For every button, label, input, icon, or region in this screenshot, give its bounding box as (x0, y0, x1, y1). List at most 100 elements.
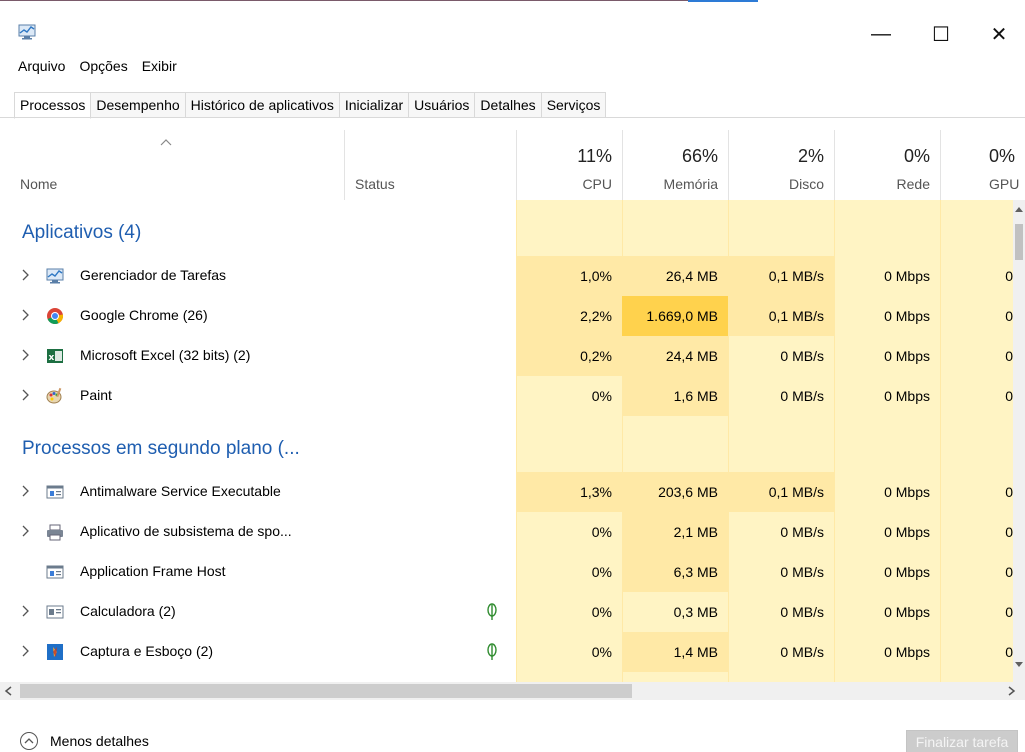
chevron-right-icon[interactable] (22, 485, 30, 497)
sort-up-icon (160, 139, 172, 146)
tab-usuarios[interactable]: Usuários (409, 92, 476, 118)
group-header-apps[interactable]: Aplicativos (4) (0, 216, 1013, 256)
service-icon (46, 565, 64, 579)
chevron-up-circle-icon (20, 732, 38, 750)
vertical-scroll-thumb[interactable] (1015, 224, 1023, 260)
tab-processos[interactable]: Processos (14, 92, 92, 119)
gpu-cell: 0 (1005, 564, 1013, 580)
table-row[interactable]: Captura e Esboço (2) 0% 1,4 MB 0 MB/s 0 … (0, 632, 1013, 672)
chevron-right-icon[interactable] (22, 525, 30, 537)
network-cell: 0 Mbps (884, 564, 930, 580)
horizontal-scroll-thumb[interactable] (20, 684, 632, 698)
gpu-cell: 0 (1005, 644, 1013, 660)
table-row[interactable]: Gerenciador de Tarefas 1,0% 26,4 MB 0,1 … (0, 256, 1013, 296)
tab-historico[interactable]: Histórico de aplicativos (185, 92, 340, 118)
network-cell: 0 Mbps (884, 348, 930, 364)
header-memory[interactable]: 66% Memória (622, 130, 728, 200)
table-row[interactable]: Application Frame Host 0% 6,3 MB 0 MB/s … (0, 552, 1013, 592)
gpu-cell: 0 (1005, 604, 1013, 620)
chevron-right-icon[interactable] (22, 269, 30, 281)
printer-icon (47, 524, 63, 541)
excel-icon: x (47, 349, 63, 363)
header-nome[interactable]: Nome (20, 176, 57, 192)
suspended-leaf-icon (487, 643, 497, 660)
chevron-right-icon[interactable] (22, 389, 30, 401)
disk-cell: 0,1 MB/s (728, 472, 834, 512)
close-button[interactable]: ✕ (976, 20, 1022, 48)
cpu-cell: 1,3% (516, 472, 622, 512)
vertical-scrollbar[interactable] (1013, 200, 1025, 682)
snip-sketch-icon (47, 644, 63, 660)
chevron-right-icon[interactable] (22, 309, 30, 321)
menu-exibir[interactable]: Exibir (142, 58, 177, 80)
less-details-button[interactable]: Menos detalhes (20, 732, 149, 750)
scroll-right-icon[interactable] (1008, 686, 1016, 696)
maximize-button[interactable]: ☐ (918, 20, 964, 48)
process-name: Captura e Esboço (2) (80, 643, 214, 659)
chevron-right-icon[interactable] (22, 349, 30, 361)
gpu-cell: 0 (1005, 348, 1013, 364)
tab-divider (0, 117, 1025, 118)
process-name: Microsoft Excel (32 bits) (2) (80, 347, 251, 363)
header-cpu[interactable]: 11% CPU (516, 130, 622, 200)
network-cell: 0 Mbps (884, 644, 930, 660)
memory-cell: 2,1 MB (622, 512, 728, 552)
header-mem-pct: 66% (681, 146, 718, 166)
cpu-cell: 0% (591, 604, 612, 620)
network-cell: 0 Mbps (884, 388, 930, 404)
gpu-cell: 0 (1005, 268, 1013, 284)
title-bar[interactable]: — ☐ ✕ (0, 0, 1025, 60)
table-row[interactable]: Google Chrome (26) 2,2% 1.669,0 MB 0,1 M… (0, 296, 1013, 336)
gpu-cell: 0 (1005, 308, 1013, 324)
chevron-right-icon[interactable] (22, 605, 30, 617)
memory-cell: 6,3 MB (622, 552, 728, 592)
cpu-cell: 0,2% (516, 336, 622, 376)
memory-cell: 26,4 MB (622, 256, 728, 296)
scroll-up-icon[interactable] (1015, 206, 1023, 212)
header-disk[interactable]: 2% Disco (728, 130, 834, 200)
menu-arquivo[interactable]: Arquivo (18, 58, 65, 80)
tab-desempenho[interactable]: Desempenho (91, 92, 186, 118)
process-name: Application Frame Host (80, 563, 226, 579)
process-name: Paint (80, 387, 112, 403)
header-network[interactable]: 0% Rede (834, 130, 940, 200)
memory-cell: 1,4 MB (622, 632, 728, 672)
column-header: Nome Status 11% CPU 66% Memória 2% Disco… (0, 130, 1025, 200)
menu-opcoes[interactable]: Opções (79, 58, 127, 80)
network-cell: 0 Mbps (884, 524, 930, 540)
disk-cell: 0 MB/s (780, 604, 824, 620)
gpu-cell: 0 (1005, 524, 1013, 540)
menu-bar: Arquivo Opções Exibir (18, 58, 177, 80)
network-cell: 0 Mbps (884, 604, 930, 620)
group-title: Aplicativos (4) (22, 222, 142, 243)
memory-cell: 1.669,0 MB (622, 296, 728, 336)
group-header-background[interactable]: Processos em segundo plano (... (0, 432, 1013, 472)
minimize-button[interactable]: — (858, 20, 904, 48)
header-gpu[interactable]: 0% GPU (940, 130, 1025, 200)
task-manager-icon (18, 24, 36, 40)
less-details-label: Menos detalhes (50, 733, 149, 749)
header-status-col[interactable]: Status (344, 130, 516, 200)
tab-bar: Processos Desempenho Histórico de aplica… (14, 92, 607, 119)
table-row[interactable]: Aplicativo de subsistema de spo... 0% 2,… (0, 512, 1013, 552)
end-task-button[interactable]: Finalizar tarefa (906, 730, 1018, 752)
tab-inicializar[interactable]: Inicializar (339, 92, 410, 118)
chevron-right-icon[interactable] (22, 645, 30, 657)
header-cpu-label: CPU (582, 176, 612, 192)
table-row[interactable]: x Microsoft Excel (32 bits) (2) 0,2% 24,… (0, 336, 1013, 376)
tab-servicos[interactable]: Serviços (541, 92, 607, 118)
scroll-left-icon[interactable] (4, 686, 12, 696)
process-list: Aplicativos (4) Gerenciador de Tarefas 1… (0, 200, 1013, 682)
header-status: Status (355, 176, 395, 192)
paint-icon (46, 387, 62, 404)
network-cell: 0 Mbps (884, 268, 930, 284)
task-manager-icon (46, 268, 64, 284)
table-row[interactable]: Paint 0% 1,6 MB 0 MB/s 0 Mbps 0 (0, 376, 1013, 416)
memory-cell: 0,3 MB (673, 604, 718, 620)
table-row[interactable]: Calculadora (2) 0% 0,3 MB 0 MB/s 0 Mbps … (0, 592, 1013, 632)
scroll-down-icon[interactable] (1015, 662, 1023, 668)
table-row[interactable]: Antimalware Service Executable 1,3% 203,… (0, 472, 1013, 512)
tab-detalhes[interactable]: Detalhes (475, 92, 542, 118)
horizontal-scrollbar[interactable] (0, 682, 1025, 700)
process-name: Gerenciador de Tarefas (80, 267, 227, 283)
